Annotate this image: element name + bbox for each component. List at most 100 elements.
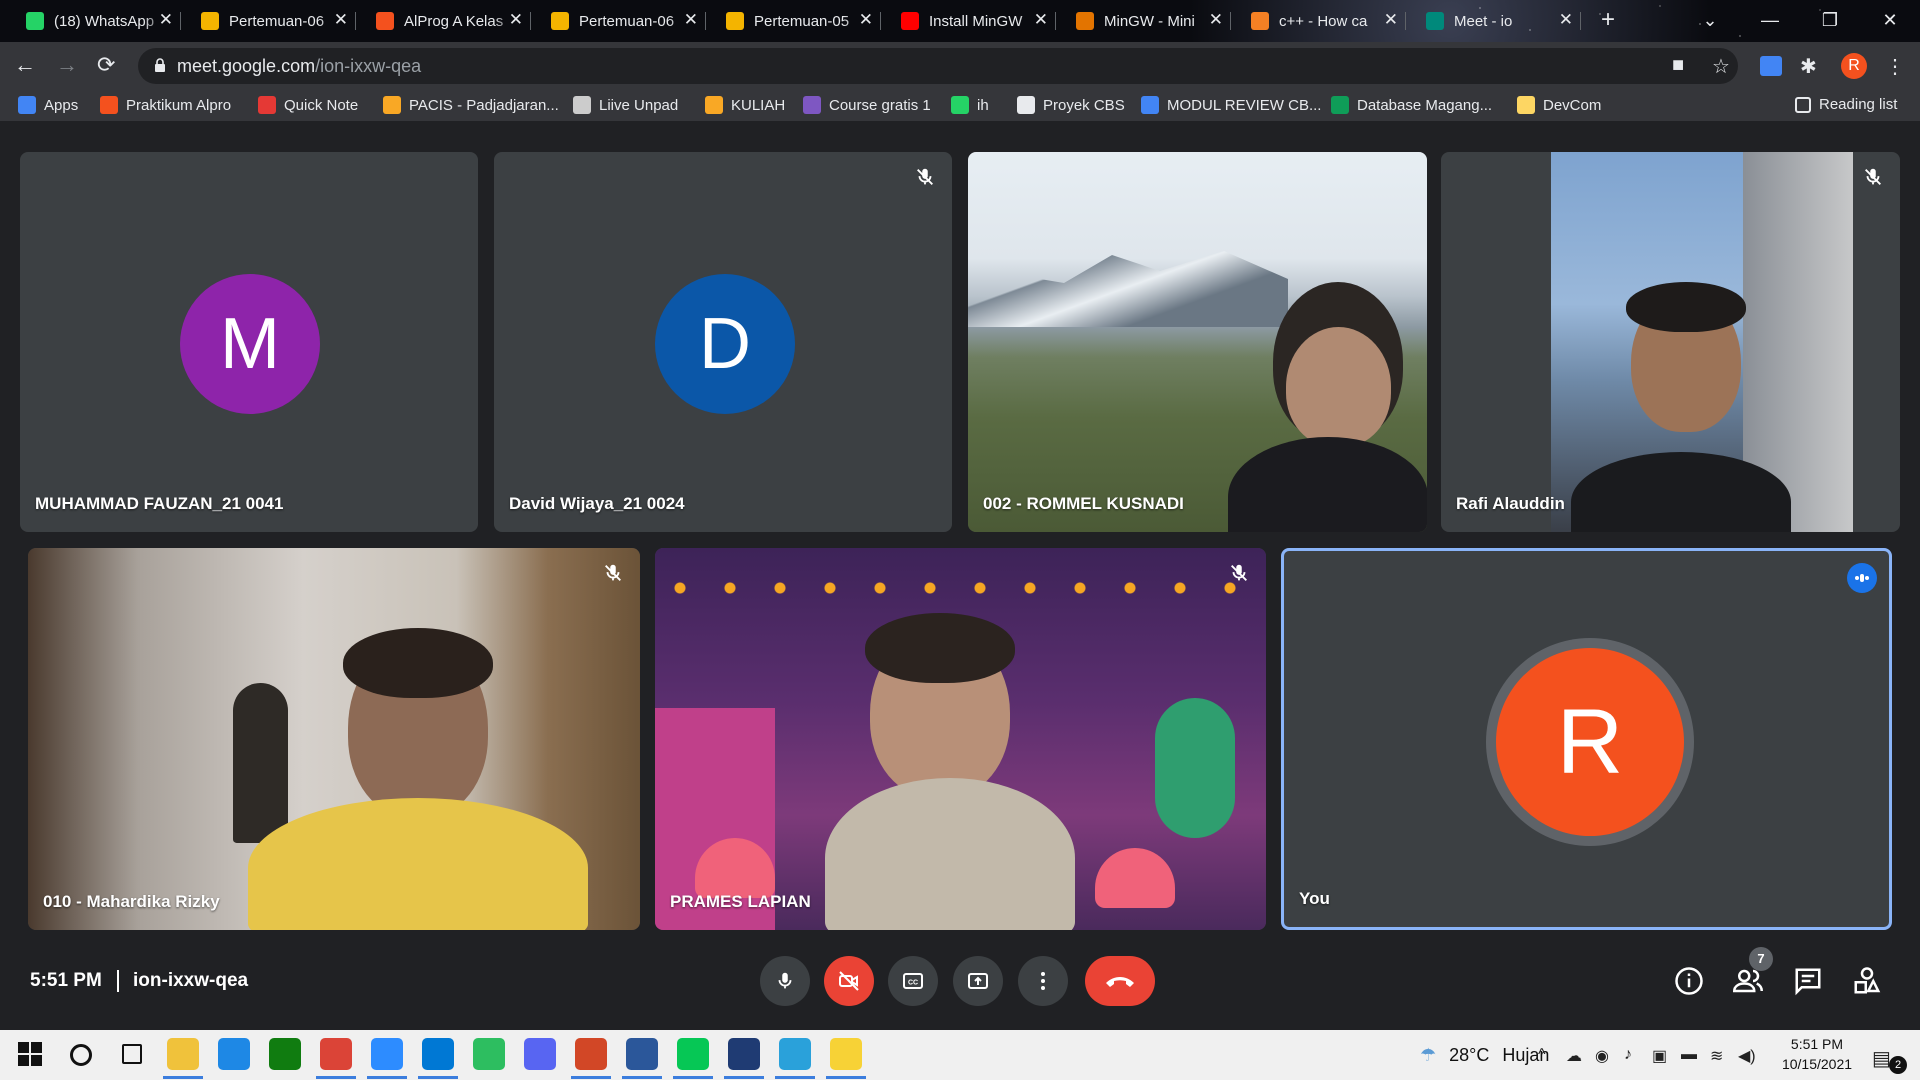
- leave-call-button[interactable]: [1085, 956, 1155, 1006]
- meeting-details-info-icon[interactable]: [1674, 966, 1704, 996]
- slides-icon: [551, 12, 569, 30]
- browser-tab[interactable]: AlProg A Kelas ✕: [358, 6, 531, 36]
- bookmark-item[interactable]: Course gratis 1: [803, 96, 931, 114]
- participant-tile[interactable]: Rafi Alauddin: [1441, 152, 1900, 532]
- microphone-tray-icon[interactable]: ♪: [1624, 1046, 1632, 1064]
- webcam-icon[interactable]: ◉: [1595, 1046, 1609, 1066]
- more-options-button[interactable]: [1018, 956, 1068, 1006]
- browser-tab[interactable]: c++ - How ca ✕: [1233, 6, 1406, 36]
- file-explorer-icon[interactable]: [167, 1038, 199, 1070]
- chat-icon[interactable]: [1793, 966, 1823, 996]
- close-tab-icon[interactable]: ✕: [334, 10, 348, 30]
- captions-button[interactable]: CC: [888, 956, 938, 1006]
- browser-tab[interactable]: MinGW - Mini ✕: [1058, 6, 1231, 36]
- discord-icon[interactable]: [524, 1038, 556, 1070]
- new-tab-button[interactable]: +: [1601, 6, 1615, 34]
- volume-icon[interactable]: ◀): [1738, 1046, 1756, 1066]
- wifi-icon[interactable]: ≋: [1710, 1046, 1723, 1066]
- close-tab-icon[interactable]: ✕: [159, 10, 173, 30]
- browser-tab[interactable]: Pertemuan-06 ✕: [183, 6, 356, 36]
- reading-list-button[interactable]: Reading list: [1795, 96, 1897, 113]
- camera-in-use-icon[interactable]: ■: [1672, 54, 1684, 77]
- bookmark-item[interactable]: Liive Unpad: [573, 96, 678, 114]
- task-view-icon[interactable]: [122, 1044, 142, 1064]
- reload-button[interactable]: ⟳: [97, 52, 115, 78]
- self-tile[interactable]: R You: [1281, 548, 1892, 930]
- browser-menu-icon[interactable]: ⋮: [1885, 54, 1905, 79]
- camera-off-button[interactable]: [824, 956, 874, 1006]
- zoom-icon[interactable]: [371, 1038, 403, 1070]
- bookmark-item[interactable]: KULIAH: [705, 96, 785, 114]
- onedrive-icon[interactable]: ☁: [1566, 1046, 1582, 1066]
- bookmark-item[interactable]: Apps: [18, 96, 78, 114]
- participant-tile[interactable]: M MUHAMMAD FAUZAN_21 0041: [20, 152, 478, 532]
- browser-tab[interactable]: (18) WhatsApp ✕: [8, 6, 181, 36]
- browser-tab[interactable]: Pertemuan-05 ✕: [708, 6, 881, 36]
- forward-button[interactable]: →: [56, 52, 78, 78]
- mail-icon[interactable]: [218, 1038, 250, 1070]
- close-tab-icon[interactable]: ✕: [1209, 10, 1223, 30]
- translate-icon[interactable]: [1760, 56, 1782, 76]
- bookmark-label: Proyek CBS: [1043, 96, 1125, 114]
- weather-widget[interactable]: ☂ 28°C Hujan: [1420, 1045, 1549, 1066]
- participant-tile[interactable]: 010 - Mahardika Rizky: [28, 548, 640, 930]
- vscode-icon[interactable]: [422, 1038, 454, 1070]
- participant-name: You: [1299, 889, 1330, 908]
- microphone-button[interactable]: [760, 956, 810, 1006]
- evernote-icon[interactable]: [473, 1038, 505, 1070]
- system-clock[interactable]: 5:51 PM 10/15/2021: [1772, 1034, 1862, 1074]
- close-tab-icon[interactable]: ✕: [1034, 10, 1048, 30]
- participant-name: 002 - ROMMEL KUSNADI: [983, 494, 1184, 513]
- bookmark-item[interactable]: ih: [951, 96, 989, 114]
- close-tab-icon[interactable]: ✕: [1559, 10, 1573, 30]
- activities-icon[interactable]: [1852, 966, 1882, 996]
- profile-avatar[interactable]: R: [1841, 53, 1867, 79]
- back-button[interactable]: ←: [14, 52, 36, 78]
- present-button[interactable]: [953, 956, 1003, 1006]
- more-options-icon[interactable]: [1847, 563, 1877, 593]
- bookmark-star-icon[interactable]: ☆: [1712, 54, 1730, 79]
- participant-video: [655, 548, 1266, 930]
- bookmark-item[interactable]: Praktikum Alpro: [100, 96, 231, 114]
- participant-tile[interactable]: 002 - ROMMEL KUSNADI: [968, 152, 1427, 532]
- maximize-button[interactable]: ❐: [1800, 0, 1860, 40]
- close-tab-icon[interactable]: ✕: [509, 10, 523, 30]
- battery-icon[interactable]: ▬: [1681, 1046, 1697, 1064]
- chrome-icon[interactable]: [320, 1038, 352, 1070]
- xbox-icon[interactable]: [269, 1038, 301, 1070]
- bookmark-item[interactable]: DevCom: [1517, 96, 1601, 114]
- action-center-icon[interactable]: ▤: [1872, 1046, 1891, 1071]
- extensions-icon[interactable]: ✱: [1800, 54, 1817, 79]
- bookmark-item[interactable]: Quick Note: [258, 96, 358, 114]
- system-date: 10/15/2021: [1781, 1056, 1853, 1072]
- close-window-button[interactable]: ✕: [1860, 0, 1920, 40]
- bookmark-label: Liive Unpad: [599, 96, 679, 114]
- bookmark-label: Course gratis 1: [829, 96, 931, 114]
- minimize-button[interactable]: —: [1740, 0, 1800, 40]
- bookmark-item[interactable]: Database Magang...: [1331, 96, 1492, 114]
- chevron-down-icon[interactable]: ⌄: [1680, 0, 1740, 40]
- participant-tile[interactable]: PRAMES LAPIAN: [655, 548, 1266, 930]
- devc-icon[interactable]: [728, 1038, 760, 1070]
- url-text[interactable]: meet.google.com/ion-ixxw-qea: [177, 56, 421, 77]
- bookmark-item[interactable]: MODUL REVIEW CB...: [1141, 96, 1321, 114]
- windows-start-icon[interactable]: [14, 1038, 46, 1070]
- browser-tab[interactable]: Install MinGW ✕: [883, 6, 1056, 36]
- powerpoint-icon[interactable]: [575, 1038, 607, 1070]
- search-icon[interactable]: [70, 1044, 92, 1066]
- chevron-up-icon[interactable]: ^: [1538, 1046, 1546, 1064]
- screenshot-icon[interactable]: ▣: [1652, 1046, 1667, 1066]
- bookmark-item[interactable]: Proyek CBS: [1017, 96, 1125, 114]
- lock-icon[interactable]: [154, 58, 166, 72]
- line-icon[interactable]: [677, 1038, 709, 1070]
- browser-tab[interactable]: Meet - io ✕: [1408, 6, 1581, 36]
- close-tab-icon[interactable]: ✕: [684, 10, 698, 30]
- close-tab-icon[interactable]: ✕: [1384, 10, 1398, 30]
- bookmark-item[interactable]: PACIS - Padjadjaran...: [383, 96, 559, 114]
- participant-tile[interactable]: D David Wijaya_21 0024: [494, 152, 952, 532]
- word-icon[interactable]: [626, 1038, 658, 1070]
- browser-tab[interactable]: Pertemuan-06 ✕: [533, 6, 706, 36]
- telegram-icon[interactable]: [779, 1038, 811, 1070]
- close-tab-icon[interactable]: ✕: [859, 10, 873, 30]
- sticky-notes-icon[interactable]: [830, 1038, 862, 1070]
